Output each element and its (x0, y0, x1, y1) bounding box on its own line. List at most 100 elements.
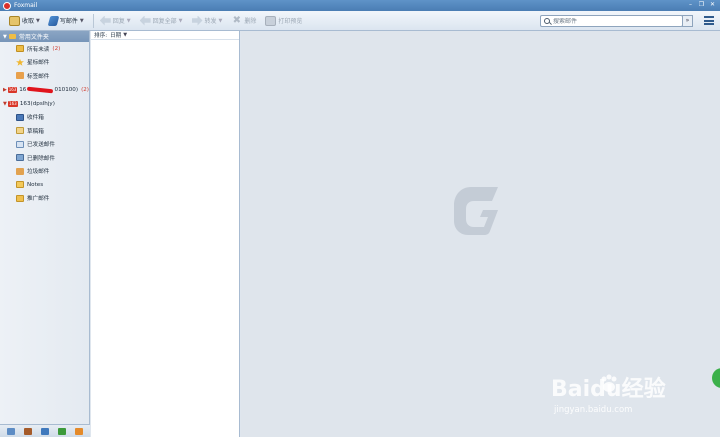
sent-icon (16, 140, 24, 148)
unread-count: (2) (52, 45, 61, 52)
forward-icon (191, 15, 203, 26)
sidebar-item-label: 已删除邮件 (27, 155, 55, 162)
chevron-down-icon[interactable]: ▼ (80, 18, 84, 24)
folder-icon (8, 34, 16, 39)
tag-icon (16, 72, 24, 80)
inbox-icon (16, 113, 24, 121)
sidebar-item-label: 星标邮件 (27, 60, 50, 67)
sidebar-item-starred[interactable]: 星标邮件 (0, 56, 89, 70)
restore-icon[interactable]: ❐ (697, 1, 706, 9)
sidebar-item-label: 所有未读 (27, 46, 50, 53)
chevron-down-icon[interactable]: ▼ (36, 18, 40, 24)
foxmail-watermark-logo-icon (454, 187, 498, 235)
tasks-icon[interactable] (57, 427, 66, 435)
mail-list-pane: 排序: 日期 ▼ (91, 31, 240, 437)
folder-icon (16, 194, 24, 202)
compose-label: 写邮件 (59, 18, 78, 25)
rss-icon[interactable] (74, 427, 83, 435)
draft-icon (16, 127, 24, 135)
sidebar-item-sent[interactable]: 已发送邮件 (0, 138, 89, 152)
reply-icon (99, 15, 111, 26)
folder-icon (16, 181, 24, 189)
contacts-icon[interactable] (24, 427, 33, 435)
mail-icon[interactable] (7, 427, 16, 435)
sidebar-item-label: 垃圾邮件 (27, 169, 50, 176)
reading-pane: Baidu经验 jingyan.baidu.com (241, 31, 720, 437)
watermark-url: jingyan.baidu.com (554, 405, 633, 415)
title-bar: Foxmail – ❐ ✕ (0, 0, 720, 11)
baidu-watermark: Baidu经验 jingyan.baidu.com (551, 371, 720, 437)
search-icon (544, 18, 550, 24)
reply-all-label: 回复全部 (152, 18, 177, 25)
paw-icon (601, 374, 617, 392)
sidebar-item-label: 已发送邮件 (27, 142, 55, 149)
close-icon[interactable]: ✕ (708, 1, 717, 9)
receive-label: 收取 (22, 18, 35, 25)
sidebar-item-label: 标签邮件 (27, 73, 50, 80)
sort-label: 排序: (94, 33, 108, 39)
common-folders-label: 常用文件夹 (18, 34, 49, 41)
sidebar-item-label: 推广邮件 (27, 196, 50, 203)
sidebar-item-spam[interactable]: 垃圾邮件 (0, 165, 89, 179)
collapse-arrow-icon[interactable]: ▼ (3, 101, 7, 107)
sidebar-item-label: 草稿箱 (27, 128, 44, 135)
sidebar-item-all-unread[interactable]: 所有未读 (2) (0, 42, 89, 56)
reply-all-icon (139, 15, 151, 26)
print-preview-button[interactable]: 打印预览 (262, 14, 305, 28)
account-163-icon: 163 (7, 100, 18, 107)
chevron-down-icon[interactable]: ▼ (179, 18, 183, 24)
sidebar-item-promotions[interactable]: 推广邮件 (0, 192, 89, 206)
compose-button[interactable]: 写邮件 ▼ (46, 14, 87, 28)
spam-icon (16, 167, 24, 175)
folder-sidebar: ▼ 常用文件夹 所有未读 (2) 星标邮件 标签邮件 ▶ 163 16 0101… (0, 31, 90, 437)
reply-button[interactable]: 回复 ▼ (97, 14, 134, 28)
calendar-icon[interactable] (40, 427, 49, 435)
expand-arrow-icon[interactable]: ▶ (3, 87, 7, 93)
redaction-mark (27, 86, 54, 93)
menu-icon[interactable] (704, 16, 714, 25)
unread-count: (2) (81, 86, 89, 93)
chevron-down-icon[interactable]: ▼ (219, 18, 223, 24)
receive-icon (9, 15, 20, 26)
window-controls: – ❐ ✕ (686, 1, 717, 9)
sort-value[interactable]: 日期 (110, 31, 121, 39)
print-preview-label: 打印预览 (278, 18, 303, 25)
search-input[interactable] (553, 17, 673, 25)
star-icon (16, 58, 24, 66)
reply-label: 回复 (112, 18, 125, 25)
delete-button[interactable]: ✖ 删除 (228, 14, 259, 28)
sidebar-footer (0, 424, 90, 437)
sidebar-item-label: Notes (27, 181, 44, 188)
foxmail-logo-icon (3, 1, 11, 10)
account-item-2[interactable]: ▼ 163 163(dpslhjy) (0, 97, 89, 111)
sort-bar[interactable]: 排序: 日期 ▼ (91, 31, 239, 40)
printer-icon (265, 15, 277, 26)
expand-arrow-icon[interactable]: ▼ (3, 34, 7, 40)
toolbar-divider (92, 13, 94, 28)
chevron-down-icon[interactable]: ▼ (127, 18, 131, 24)
account-label-suffix: 010100) (54, 86, 79, 93)
sidebar-item-notes[interactable]: Notes (0, 178, 89, 192)
sidebar-item-drafts[interactable]: 草稿箱 (0, 124, 89, 138)
search-options-button[interactable]: » (682, 15, 693, 27)
search-box[interactable] (540, 15, 683, 27)
forward-label: 转发 (204, 18, 217, 25)
chevron-down-icon[interactable]: ▼ (123, 32, 127, 38)
pen-icon (47, 15, 60, 26)
forward-button[interactable]: 转发 ▼ (189, 14, 226, 28)
account-label: 163(dpslhjy) (19, 100, 55, 107)
sidebar-item-deleted[interactable]: 已删除邮件 (0, 151, 89, 165)
receive-button[interactable]: 收取 ▼ (6, 14, 43, 28)
common-folders-header[interactable]: ▼ 常用文件夹 (0, 31, 89, 42)
minimize-icon[interactable]: – (686, 1, 695, 9)
sidebar-item-tagged[interactable]: 标签邮件 (0, 69, 89, 83)
sidebar-item-inbox[interactable]: 收件箱 (0, 111, 89, 125)
account-label-prefix: 16 (19, 86, 27, 93)
account-163-icon: 163 (7, 86, 18, 93)
folder-icon (16, 45, 24, 53)
account-item-1[interactable]: ▶ 163 16 010100) (2) (0, 83, 89, 97)
sidebar-item-label: 收件箱 (27, 115, 44, 122)
delete-label: 删除 (244, 18, 257, 25)
reply-all-button[interactable]: 回复全部 ▼ (137, 14, 186, 28)
window-title: Foxmail (14, 2, 38, 9)
